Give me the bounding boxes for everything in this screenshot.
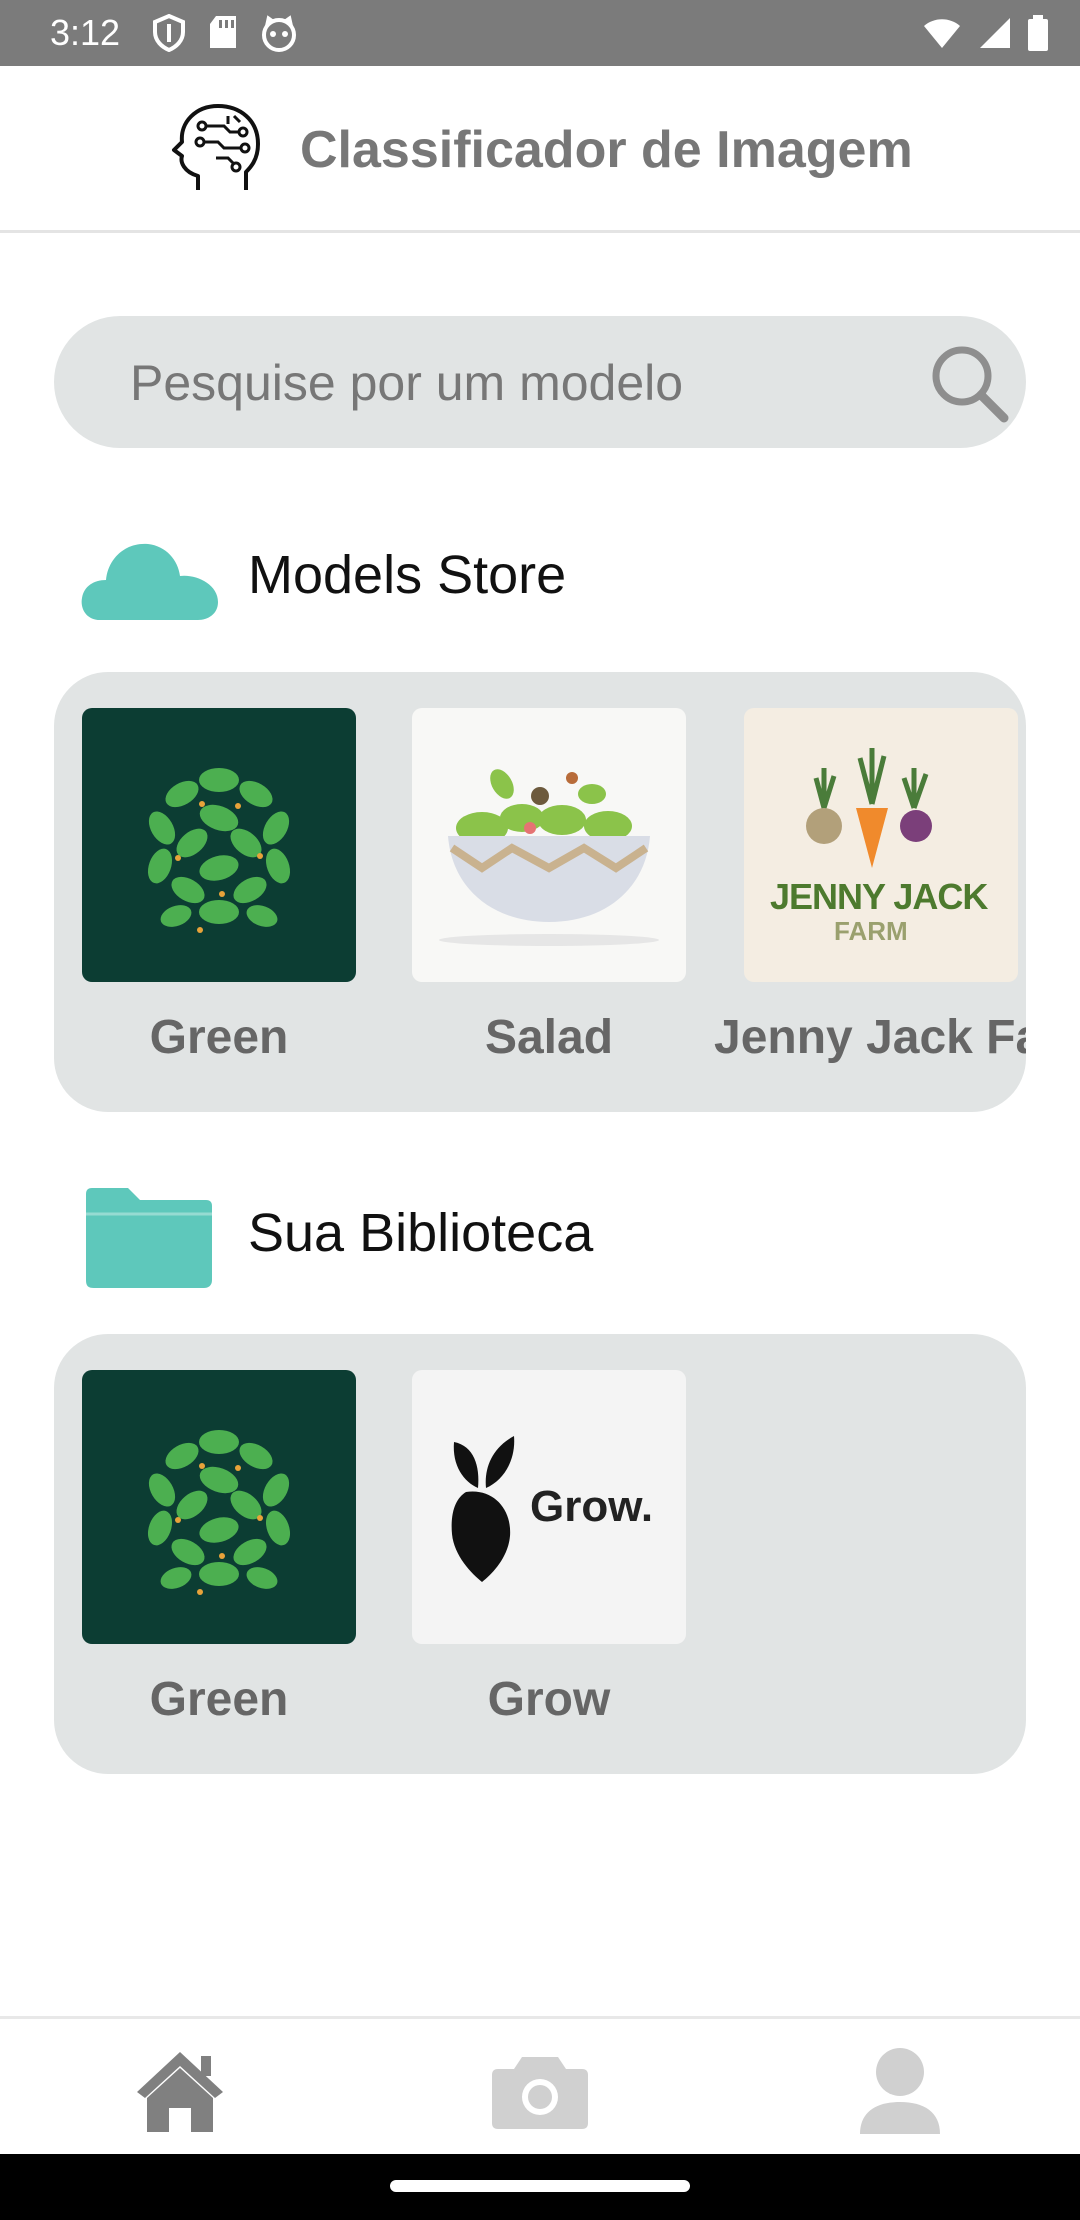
library-card-grow[interactable]: Grow. Grow	[412, 1370, 686, 1727]
jenny-jack-farm-logo: JENNY JACK FARM	[744, 708, 1018, 982]
model-label: Green	[149, 1673, 289, 1726]
page-title: Classificador de Imagem	[300, 121, 913, 179]
grow-logo-text: Grow.	[530, 1482, 654, 1531]
section-title-library: Sua Biblioteca	[248, 1203, 594, 1263]
nav-home[interactable]	[120, 2043, 240, 2143]
brain-circuit-icon	[168, 98, 268, 198]
nav-profile[interactable]	[840, 2043, 960, 2143]
model-card-salad[interactable]: Salad	[412, 708, 686, 1065]
model-label: Salad	[484, 1011, 614, 1064]
search-icon[interactable]	[926, 340, 1012, 426]
nav-camera[interactable]	[480, 2043, 600, 2143]
cat-face-icon	[260, 14, 298, 57]
library-carousel[interactable]: Green Grow. Grow	[54, 1334, 1026, 1774]
library-card-green[interactable]: Green	[82, 1370, 356, 1727]
gesture-handle[interactable]	[390, 2180, 690, 2192]
search-bar[interactable]	[54, 316, 1026, 450]
model-card-green[interactable]: Green	[82, 708, 356, 1065]
system-gesture-bar	[0, 2154, 1080, 2220]
section-title-models-store: Models Store	[248, 545, 567, 605]
green-leaves-logo	[82, 708, 356, 982]
bottom-nav	[0, 2016, 1080, 2157]
salad-bowl-logo	[412, 708, 686, 982]
wifi-icon	[922, 16, 962, 55]
shield-icon	[152, 13, 186, 57]
status-time: 3:12	[50, 12, 121, 53]
folder-icon	[84, 1184, 214, 1295]
search-input[interactable]	[128, 316, 852, 450]
person-icon	[858, 2046, 942, 2141]
green-leaves-logo	[82, 1370, 356, 1644]
model-label: Jenny Jack Farm	[714, 1011, 1026, 1064]
model-card-jenny-jack-farm[interactable]: JENNY JACK FARM Jenny Jack Farm	[714, 708, 1026, 1065]
cloud-icon	[78, 522, 220, 627]
jenny-jack-logo-subtext: FARM	[834, 916, 908, 946]
model-label: Green	[149, 1011, 289, 1064]
sd-card-icon	[208, 14, 238, 57]
camera-icon	[490, 2051, 590, 2136]
app-header: Classificador de Imagem	[0, 66, 1080, 233]
jenny-jack-logo-text: JENNY JACK	[770, 876, 988, 917]
model-label: Grow	[487, 1673, 611, 1726]
grow-logo: Grow.	[412, 1370, 686, 1644]
battery-icon	[1026, 14, 1050, 57]
signal-icon	[976, 16, 1012, 55]
status-bar: 3:12	[0, 0, 1080, 66]
models-store-carousel[interactable]: Green Salad JENNY JACK FARM Jenny Jack F	[54, 672, 1026, 1112]
home-icon	[133, 2048, 227, 2139]
